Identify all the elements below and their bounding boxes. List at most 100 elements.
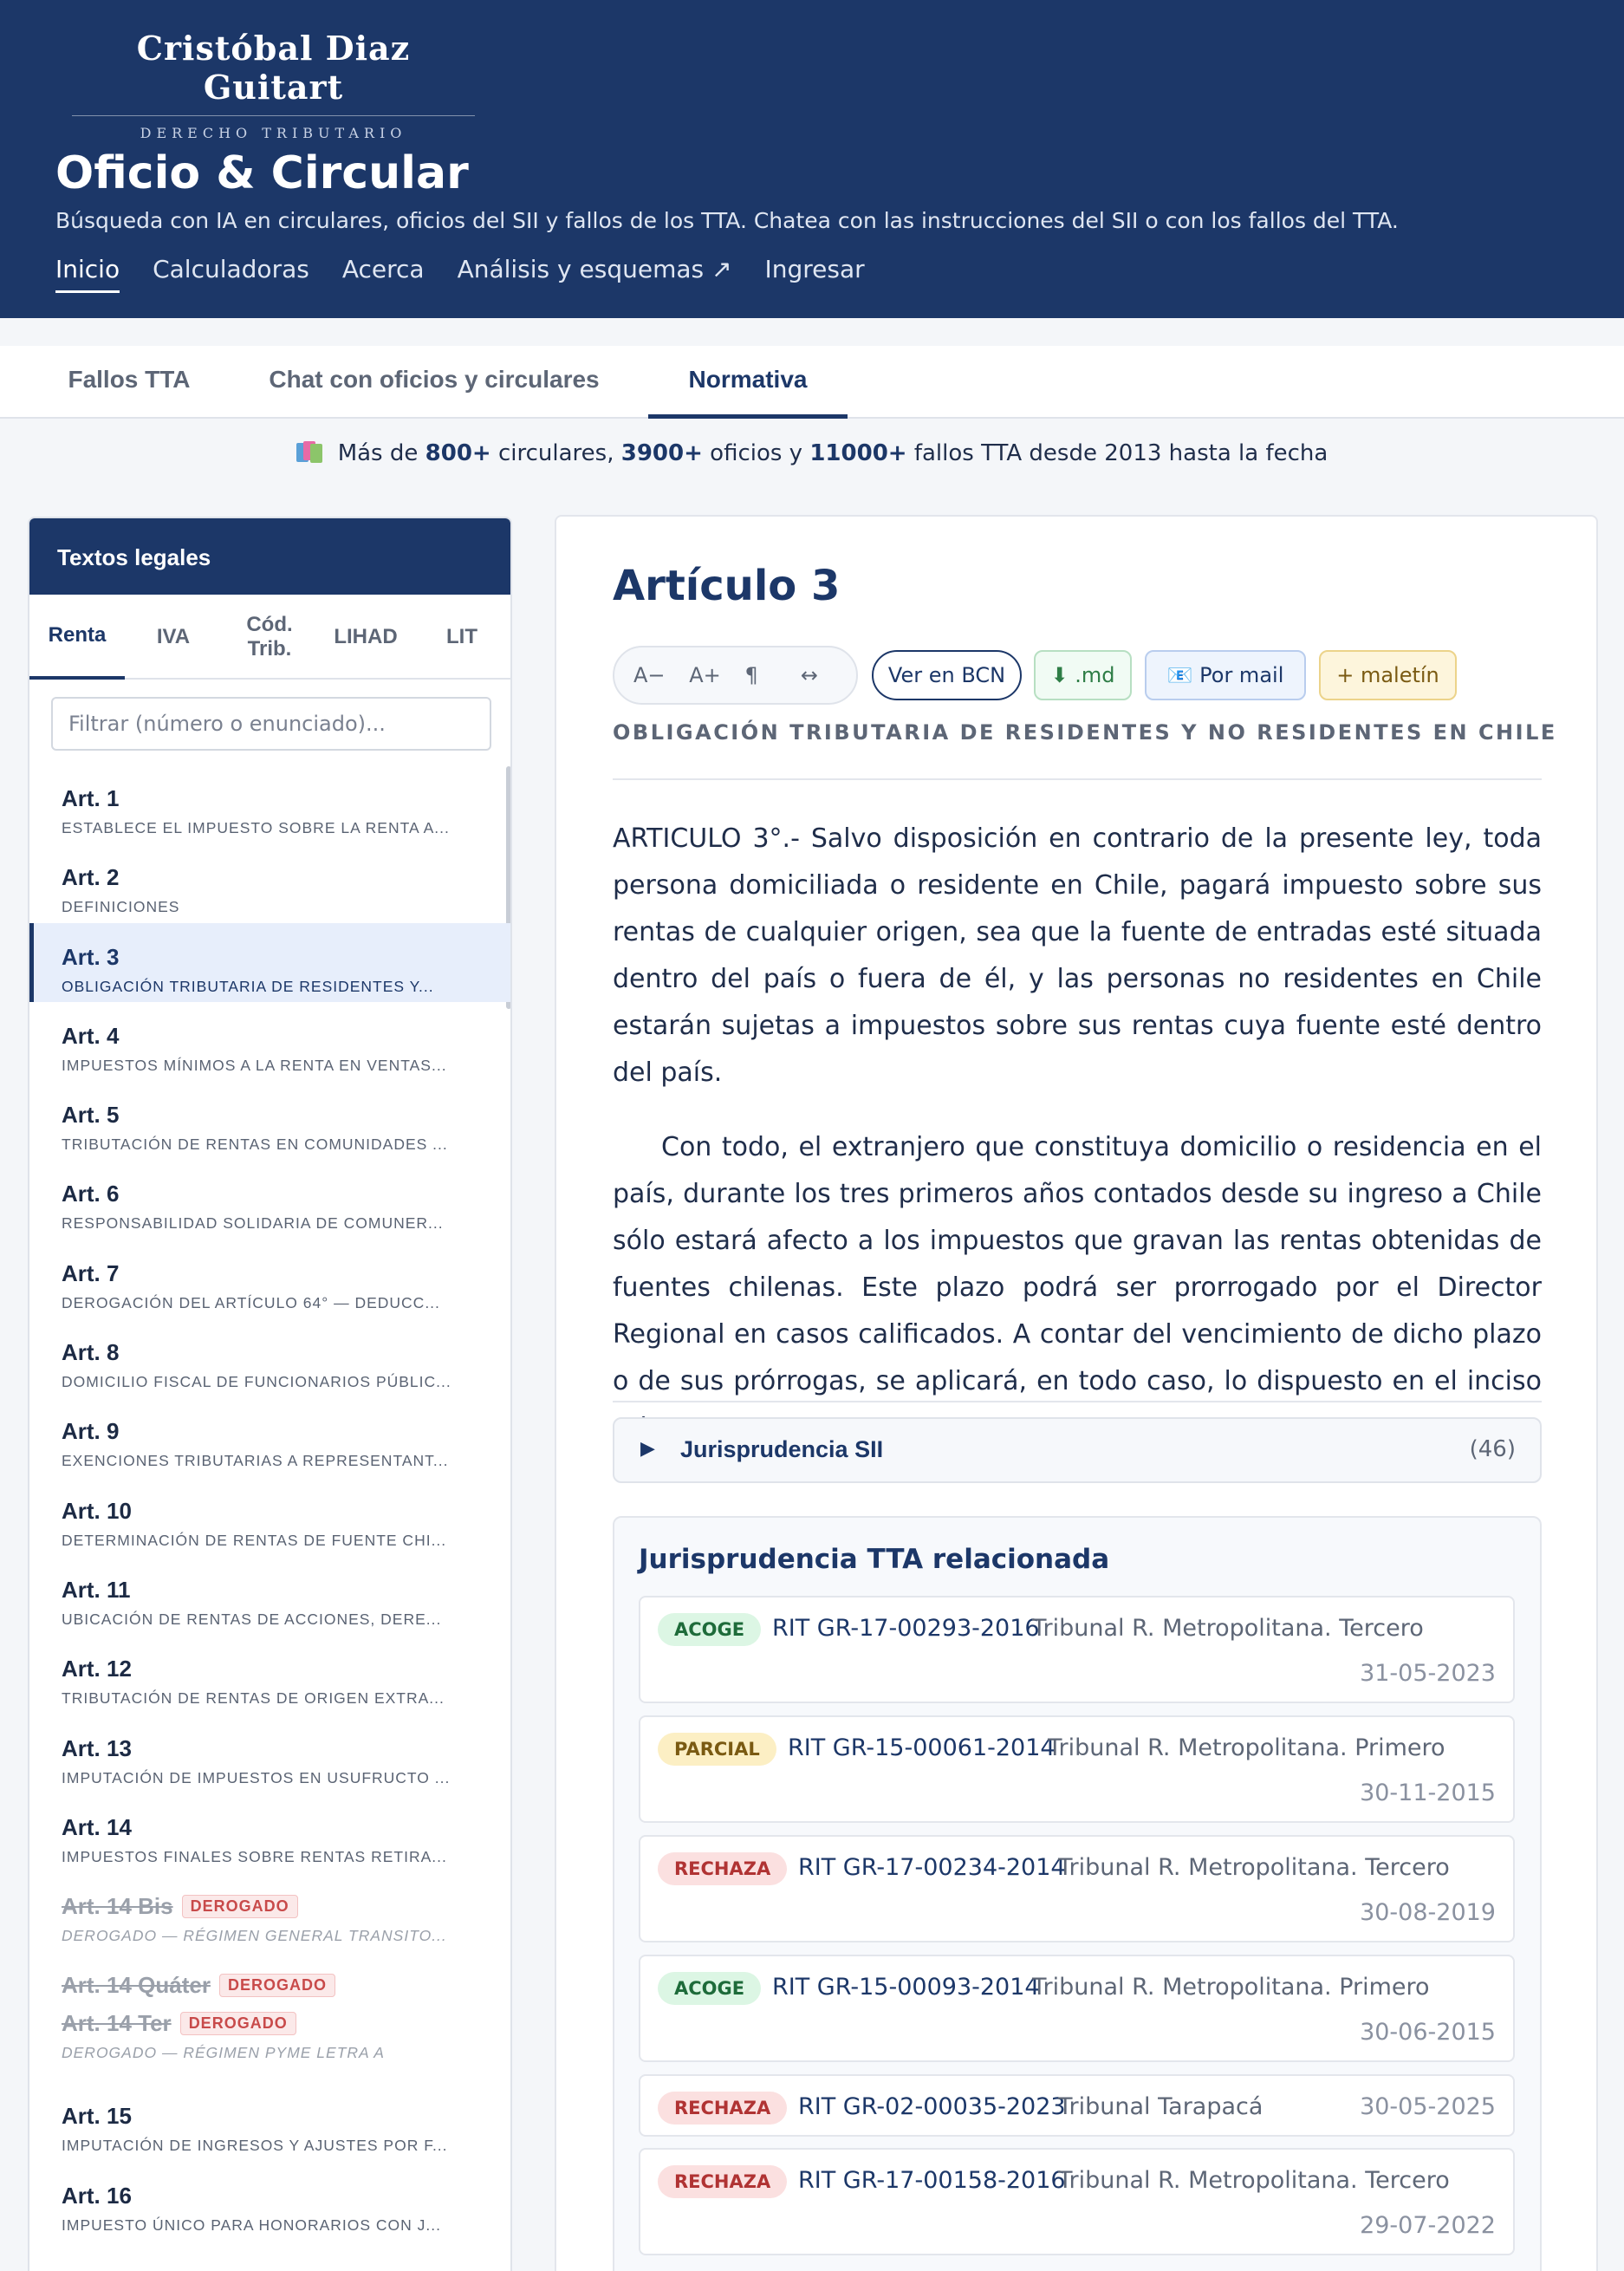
sidebar-article-item[interactable]: Art. 14 Quáter DEROGADO <box>29 1951 510 2003</box>
tab-normativa[interactable]: Normativa <box>648 346 848 419</box>
sidebar-article-item[interactable]: Art. 4 IMPUESTOS MÍNIMOS A LA RENTA EN VE… <box>29 1002 510 1081</box>
article-description: DOMICILIO FISCAL DE FUNCIONARIOS PÚBLIC.… <box>62 1373 451 1391</box>
tab-fallos-tta[interactable]: Fallos TTA <box>40 346 218 419</box>
case-rit[interactable]: RIT GR-17-00234-2014 <box>798 1854 1066 1881</box>
tta-case-card[interactable]: RECHAZA RIT GR-17-00234-2014 Tribunal R. M… <box>639 1835 1515 1942</box>
case-date: 30-11-2015 <box>1360 1780 1496 1806</box>
case-rit[interactable]: RIT GR-17-00158-2016 <box>798 2167 1066 2194</box>
article-paragraph: ARTICULO 3°.- Salvo disposición en contr… <box>613 823 1542 1088</box>
width-toggle-button[interactable]: ↔ <box>801 663 856 687</box>
article-number: Art. 9 <box>62 1418 510 1445</box>
sidebar-article-item[interactable]: Art. 15 IMPUTACIÓN DE INGRESOS Y AJUSTES … <box>29 2082 510 2161</box>
stats-oficios-count: 3900+ <box>620 440 703 466</box>
article-number: Art. 10 <box>62 1498 510 1525</box>
download-md-button[interactable]: ⬇ .md <box>1034 650 1132 700</box>
accordion-count: (46) <box>1469 1436 1516 1462</box>
sidebar-article-item[interactable]: Art. 3 OBLIGACIÓN TRIBUTARIA DE RESIDENTE… <box>29 922 510 1002</box>
ver-en-bcn-button[interactable]: Ver en BCN <box>872 650 1022 700</box>
sidebar-article-item[interactable]: Art. 12 TRIBUTACIÓN DE RENTAS DE ORIGEN E… <box>29 1635 510 1714</box>
font-increase-button[interactable]: A+ <box>689 663 744 687</box>
article-description: TRIBUTACIÓN DE RENTAS DE ORIGEN EXTRA... <box>62 1689 445 1708</box>
article-number-text: Art. 10 <box>62 1497 132 1524</box>
sidebar-article-item[interactable]: Art. 14 Ter DEROGADO DEROGADO — RÉGIMEN PY… <box>29 2003 510 2082</box>
sidebar-tab-cod-trib[interactable]: Cód. Trib. <box>222 595 317 680</box>
article-number-text: Art. 1 <box>62 785 120 811</box>
article-filter-input[interactable] <box>51 697 491 751</box>
article-number-text: Art. 7 <box>62 1259 120 1286</box>
sidebar-article-item[interactable]: Art. 11 UBICACIÓN DE RENTAS DE ACCIONES, … <box>29 1556 510 1635</box>
sidebar-tab-lit[interactable]: LIT <box>414 595 510 680</box>
verdict-badge: RECHAZA <box>658 2165 788 2198</box>
article-description: TRIBUTACIÓN DE RENTAS EN COMUNIDADES ... <box>62 1136 448 1154</box>
sidebar-article-item[interactable]: Art. 1 ESTABLECE EL IMPUESTO SOBRE LA REN… <box>29 765 510 843</box>
article-number-text: Art. 11 <box>62 1576 131 1603</box>
article-description: EXENCIONES TRIBUTARIAS A REPRESENTANT... <box>62 1452 449 1470</box>
send-mail-button[interactable]: 📧 Por mail <box>1145 650 1306 700</box>
article-number-text: Art. 14 <box>62 1813 132 1840</box>
tta-case-card[interactable]: RECHAZA RIT GR-17-00158-2016 Tribunal R. M… <box>639 2148 1515 2255</box>
legal-texts-sidebar: Textos legales Renta IVA Cód. Trib. LIHA… <box>28 517 512 2271</box>
article-number-text: Art. 2 <box>62 864 120 891</box>
sidebar-article-item[interactable]: Art. 9 EXENCIONES TRIBUTARIAS A REPRESENT… <box>29 1397 510 1476</box>
brand-logo[interactable]: Cristóbal Diaz Guitart DERECHO TRIBUTARI… <box>72 29 475 141</box>
case-rit[interactable]: RIT GR-15-00061-2014 <box>788 1734 1056 1761</box>
article-description: IMPUTACIÓN DE IMPUESTOS EN USUFRUCTO ... <box>62 1768 451 1786</box>
nav-inicio[interactable]: Inicio <box>55 255 120 293</box>
sidebar-article-item[interactable]: Art. 6 RESPONSABILIDAD SOLIDARIA DE COMUN… <box>29 1160 510 1239</box>
article-description: DEROGADO — RÉGIMEN GENERAL TRANSITO... <box>62 1927 447 1945</box>
case-rit[interactable]: RIT GR-17-00293-2016 <box>772 1615 1040 1642</box>
case-date: 30-08-2019 <box>1360 1899 1496 1926</box>
sidebar-article-item[interactable]: Art. 8 DOMICILIO FISCAL DE FUNCIONARIOS P… <box>29 1318 510 1397</box>
article-number: Art. 3 <box>62 944 510 971</box>
article-number-text: Art. 6 <box>62 1181 120 1207</box>
case-rit[interactable]: RIT GR-15-00093-2014 <box>772 1974 1040 2001</box>
font-decrease-button[interactable]: A− <box>633 663 689 687</box>
article-description: IMPUTACIÓN DE INGRESOS Y AJUSTES POR F..… <box>62 2137 448 2155</box>
article-description: IMPUESTOS FINALES SOBRE RENTAS RETIRA... <box>62 1847 447 1865</box>
sidebar-tab-iva[interactable]: IVA <box>126 595 221 680</box>
article-description: DETERMINACIÓN DE RENTAS DE FUENTE CHI... <box>62 1531 447 1549</box>
article-number: Art. 2 <box>62 864 510 891</box>
caret-right-icon: ▶ <box>640 1438 655 1460</box>
sidebar-tab-lihad[interactable]: LIHAD <box>318 595 413 680</box>
article-body: ARTICULO 3°.- Salvo disposición en contr… <box>613 816 1542 1452</box>
case-tribunal: Tribunal R. Metropolitana. Tercero <box>1032 1615 1424 1642</box>
tta-case-card[interactable]: PARCIAL RIT GR-15-00061-2014 Tribunal R. M… <box>639 1715 1515 1823</box>
article-number: Art. 8 <box>62 1339 510 1366</box>
article-number: Art. 11 <box>62 1577 510 1604</box>
add-maletin-button[interactable]: + maletín <box>1319 650 1457 700</box>
tta-case-card[interactable]: ACOGE RIT GR-15-00093-2014 Tribunal R. Met… <box>639 1955 1515 2062</box>
sidebar-article-item[interactable]: Art. 16 IMPUESTO ÚNICO PARA HONORARIOS CO… <box>29 2162 510 2241</box>
article-description: DEFINICIONES <box>62 898 180 916</box>
sidebar-article-item[interactable]: Art. 14 IMPUESTOS FINALES SOBRE RENTAS RE… <box>29 1793 510 1872</box>
nav-calculadoras[interactable]: Calculadoras <box>153 255 309 293</box>
nav-acerca[interactable]: Acerca <box>342 255 425 293</box>
article-number-text: Art. 13 <box>62 1734 132 1761</box>
sidebar-article-item[interactable]: Art. 14 Bis DEROGADO DEROGADO — RÉGIMEN GE… <box>29 1872 510 1951</box>
sidebar-tab-renta[interactable]: Renta <box>29 595 125 680</box>
jurisprudencia-sii-accordion[interactable]: ▶ Jurisprudencia SII (46) <box>613 1417 1542 1483</box>
stats-fallos-count: 11000+ <box>809 440 907 466</box>
tta-case-card[interactable]: ACOGE RIT GR-17-00293-2016 Tribunal R. Met… <box>639 1596 1515 1703</box>
stats-fallos-label: fallos TTA desde 2013 hasta la fecha <box>906 440 1328 466</box>
sidebar-article-item[interactable]: Art. 2 DEFINICIONES <box>29 843 510 922</box>
article-number: Art. 15 <box>62 2103 510 2130</box>
tta-case-card[interactable]: RECHAZA RIT GR-02-00035-2023 Tribunal Tara… <box>639 2074 1515 2137</box>
article-number: Art. 6 <box>62 1181 510 1207</box>
paragraph-toggle-button[interactable]: ¶ <box>745 663 801 687</box>
sidebar-article-item[interactable]: Art. 13 IMPUTACIÓN DE IMPUESTOS EN USUFRU… <box>29 1715 510 1793</box>
verdict-badge: RECHAZA <box>658 1852 788 1885</box>
case-rit[interactable]: RIT GR-02-00035-2023 <box>798 2093 1066 2120</box>
nav-ingresar[interactable]: Ingresar <box>764 255 864 293</box>
divider <box>613 1401 1542 1402</box>
case-tribunal: Tribunal R. Metropolitana. Primero <box>1048 1734 1445 1761</box>
sidebar-article-item[interactable]: Art. 7 DEROGACIÓN DEL ARTÍCULO 64° — DEDU… <box>29 1240 510 1318</box>
tab-chat[interactable]: Chat con oficios y circulares <box>251 346 617 419</box>
sidebar-article-item[interactable]: Art. 10 DETERMINACIÓN DE RENTAS DE FUENTE… <box>29 1477 510 1556</box>
nav-analisis[interactable]: Análisis y esquemas ↗ <box>458 255 732 293</box>
sidebar-article-item[interactable]: Art. 5 TRIBUTACIÓN DE RENTAS EN COMUNIDAD… <box>29 1081 510 1160</box>
article-number-text: Art. 3 <box>62 943 120 970</box>
case-date: 31-05-2023 <box>1360 1660 1496 1687</box>
accordion-label: Jurisprudencia SII <box>680 1436 884 1462</box>
case-tribunal: Tribunal R. Metropolitana. Tercero <box>1058 1854 1450 1881</box>
